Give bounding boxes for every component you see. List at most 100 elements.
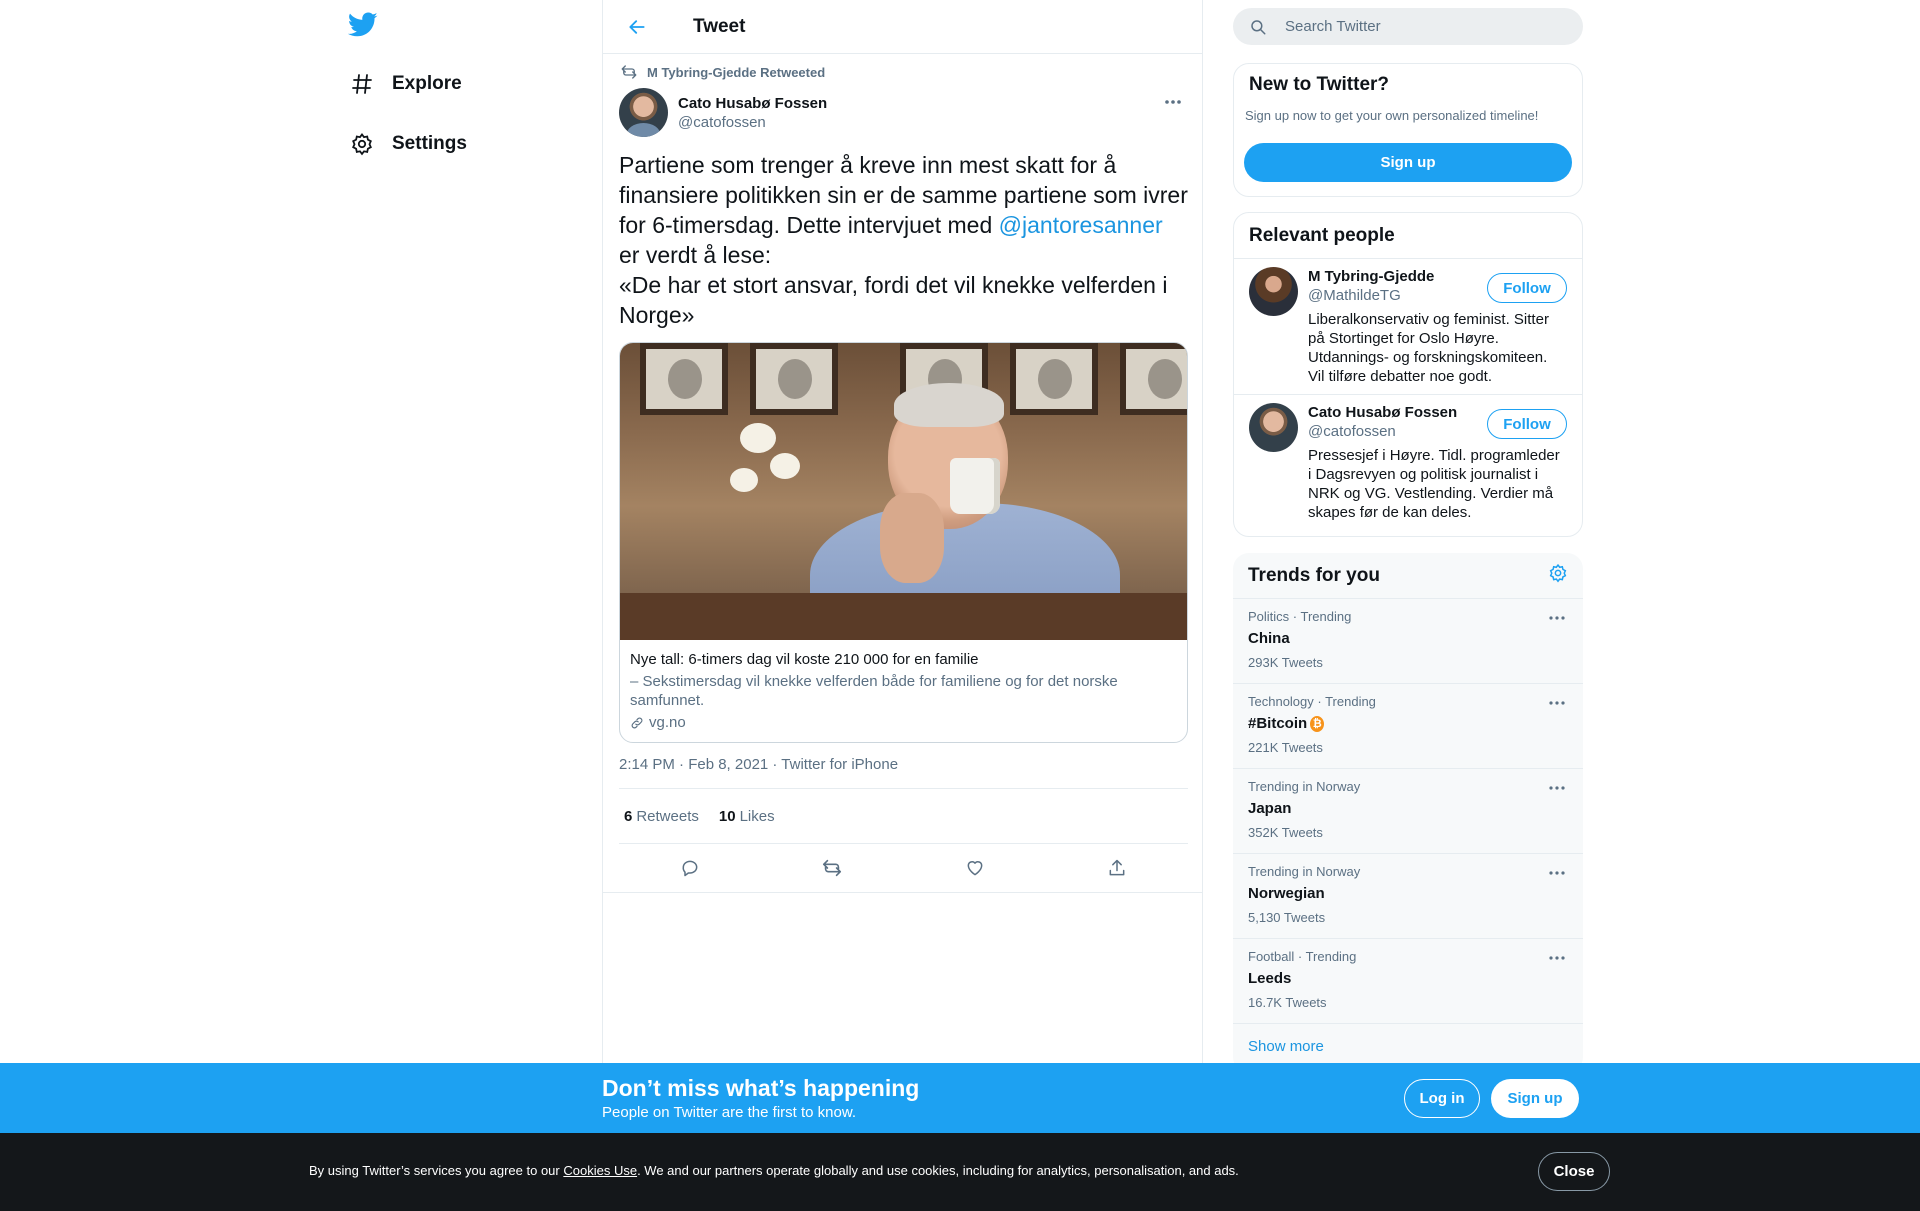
retweet-icon	[619, 62, 639, 82]
more-options-icon[interactable]	[1546, 609, 1568, 627]
trend-count: 16.7K Tweets	[1248, 995, 1327, 1010]
trend-name: Norwegian	[1248, 885, 1325, 902]
more-options-icon[interactable]	[1546, 694, 1568, 712]
trend-name: China	[1248, 630, 1290, 647]
retweets-count: 6	[624, 807, 633, 825]
author-name[interactable]: Cato Husabø Fossen	[678, 94, 827, 113]
retweets-label: Retweets	[636, 807, 699, 825]
person-card[interactable]: M Tybring-Gjedde @MathildeTG Liberalkons…	[1234, 259, 1582, 395]
reply-icon[interactable]	[673, 851, 707, 885]
signup-banner: Don’t miss what’s happening People on Tw…	[0, 1063, 1920, 1133]
tweet-author[interactable]: Cato Husabø Fossen @catofossen	[619, 88, 827, 137]
relevant-people-panel: Relevant people M Tybring-Gjedde @Mathil…	[1233, 212, 1583, 537]
tweet-actions	[619, 844, 1188, 892]
page-title: Tweet	[693, 15, 746, 37]
likes-stat[interactable]: 10 Likes	[719, 808, 775, 825]
person-bio: Liberalkonservativ og feminist. Sitter p…	[1308, 311, 1549, 385]
card-domain-text: vg.no	[649, 714, 686, 731]
bitcoin-icon: ₿	[1310, 716, 1325, 732]
banner-title: Don’t miss what’s happening	[602, 1075, 920, 1101]
card-image[interactable]	[620, 343, 1187, 640]
tweet-stats: 6 Retweets 10 Likes	[619, 788, 1188, 844]
trend-context: Politics · Trending	[1248, 609, 1352, 624]
trend-count: 221K Tweets	[1248, 740, 1323, 755]
nav-item-settings[interactable]: Settings	[348, 122, 467, 166]
divider	[603, 892, 1202, 893]
follow-button[interactable]: Follow	[1487, 409, 1567, 439]
search-placeholder: Search Twitter	[1285, 18, 1381, 35]
tweet-text: Partiene som trenger å kreve inn mest sk…	[619, 150, 1189, 330]
nav-item-label: Settings	[392, 133, 467, 154]
retweeted-by-text: M Tybring-Gjedde Retweeted	[647, 64, 826, 80]
search-icon	[1249, 17, 1269, 37]
mention-link[interactable]: @jantoresanner	[999, 212, 1163, 238]
back-arrow-icon[interactable]	[619, 9, 655, 45]
trend-count: 5,130 Tweets	[1248, 910, 1326, 925]
panel-title: Relevant people	[1249, 225, 1395, 246]
share-icon[interactable]	[1100, 851, 1134, 885]
new-to-twitter-panel: New to Twitter? Sign up now to get your …	[1233, 63, 1583, 197]
person-bio: Pressesjef i Høyre. Tidl. programleder i…	[1308, 447, 1560, 521]
more-options-icon[interactable]	[1546, 779, 1568, 797]
trend-context: Technology · Trending	[1248, 694, 1376, 709]
trend-count: 352K Tweets	[1248, 825, 1323, 840]
person-card[interactable]: Cato Husabø Fossen @catofossen Pressesje…	[1234, 395, 1582, 530]
more-options-icon[interactable]	[1546, 949, 1568, 967]
trend-item[interactable]: Football · Trending Leeds 16.7K Tweets	[1233, 939, 1583, 1024]
nav-item-explore[interactable]: Explore	[348, 62, 462, 106]
settings-gear-icon[interactable]	[1548, 563, 1568, 588]
more-options-icon[interactable]	[1160, 92, 1186, 112]
tweet-column: Tweet M Tybring-Gjedde Retweeted Cato Hu…	[602, 0, 1203, 1211]
tweet-quote: «De har et stort ansvar, fordi det vil k…	[619, 272, 1168, 328]
cookie-banner: By using Twitter’s services you agree to…	[0, 1133, 1920, 1211]
author-handle[interactable]: @catofossen	[678, 113, 827, 132]
link-icon	[630, 715, 646, 731]
signup-button[interactable]: Sign up	[1244, 143, 1572, 182]
banner-signup-button[interactable]: Sign up	[1491, 1079, 1579, 1118]
trend-context: Trending in Norway	[1248, 864, 1361, 879]
more-options-icon[interactable]	[1546, 864, 1568, 882]
retweets-stat[interactable]: 6 Retweets	[624, 808, 699, 825]
panel-title: Trends for you	[1248, 564, 1380, 586]
close-cookie-button[interactable]: Close	[1538, 1152, 1610, 1191]
retweeted-by[interactable]: M Tybring-Gjedde Retweeted	[619, 62, 825, 82]
gear-icon	[348, 130, 376, 158]
nav-item-label: Explore	[392, 73, 462, 94]
likes-label: Likes	[739, 807, 775, 825]
twitter-logo-icon[interactable]	[347, 12, 380, 42]
likes-count: 10	[718, 807, 736, 825]
tweet-header: Tweet	[603, 0, 1202, 54]
avatar[interactable]	[619, 88, 668, 137]
login-button[interactable]: Log in	[1404, 1079, 1480, 1118]
trend-context: Trending in Norway	[1248, 779, 1361, 794]
trends-panel: Trends for you Politics · Trending China…	[1233, 553, 1583, 1073]
cookies-use-link[interactable]: Cookies Use	[563, 1163, 637, 1178]
avatar[interactable]	[1249, 403, 1298, 452]
cookie-text-end: . We and our partners operate globally a…	[637, 1163, 1239, 1178]
tweet-text-tail: er verdt å lese:	[619, 242, 772, 268]
tweet-timestamp[interactable]: 2:14 PM · Feb 8, 2021 · Twitter for iPho…	[619, 756, 898, 773]
avatar[interactable]	[1249, 267, 1298, 316]
like-heart-icon[interactable]	[958, 851, 992, 885]
trend-item[interactable]: Politics · Trending China 293K Tweets	[1233, 599, 1583, 684]
follow-button[interactable]: Follow	[1487, 273, 1567, 303]
trend-item[interactable]: Technology · Trending #Bitcoin ₿ 221K Twe…	[1233, 684, 1583, 769]
cookie-text: By using Twitter’s services you agree to…	[309, 1163, 1239, 1178]
search-input[interactable]: Search Twitter	[1233, 8, 1583, 45]
trend-item[interactable]: Trending in Norway Norwegian 5,130 Tweet…	[1233, 854, 1583, 939]
trend-context: Football · Trending	[1248, 949, 1357, 964]
panel-subtitle: Sign up now to get your own personalized…	[1245, 108, 1539, 123]
hashtag-icon	[348, 70, 376, 98]
card-domain: vg.no	[630, 714, 1177, 731]
trend-count: 293K Tweets	[1248, 655, 1323, 670]
trend-name: Leeds	[1248, 970, 1292, 987]
trend-name: Japan	[1248, 800, 1292, 817]
trend-name: #Bitcoin	[1248, 715, 1308, 732]
retweet-icon[interactable]	[815, 851, 849, 885]
page: Explore Settings Tweet M Tybring-Gjedde …	[0, 0, 1920, 1211]
cookie-text-start: By using Twitter’s services you agree to…	[309, 1163, 564, 1178]
card-title: Nye tall: 6-timers dag vil koste 210 000…	[630, 651, 979, 668]
trend-item[interactable]: Trending in Norway Japan 352K Tweets	[1233, 769, 1583, 854]
card-description: – Sekstimersdag vil knekke velferden båd…	[630, 673, 1118, 709]
link-card[interactable]: Nye tall: 6-timers dag vil koste 210 000…	[619, 342, 1188, 743]
